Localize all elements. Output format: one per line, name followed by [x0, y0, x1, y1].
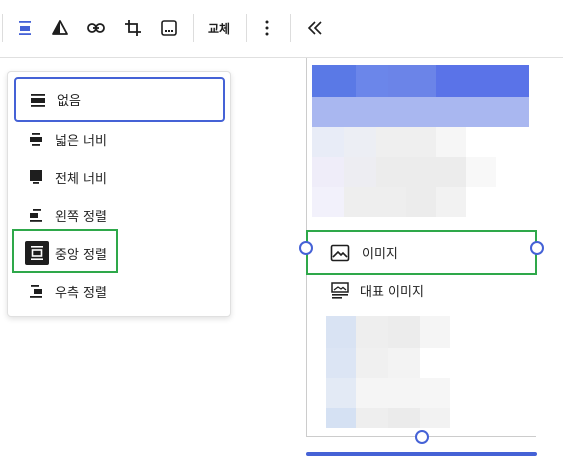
toolbar-separator: [246, 14, 247, 42]
toolbar-separator: [290, 14, 291, 42]
align-option-label: 왼쪽 정렬: [55, 209, 107, 225]
resize-handle-left[interactable]: [299, 241, 313, 255]
more-options-button[interactable]: [254, 12, 280, 44]
featured-image-label: 대표 이미지: [360, 284, 424, 300]
align-left-icon: [25, 204, 47, 226]
align-option-none[interactable]: 없음: [14, 77, 225, 122]
align-none-icon: [27, 89, 49, 111]
block-appender-bar: [306, 452, 537, 456]
crop-button[interactable]: [120, 12, 146, 44]
featured-image-item[interactable]: 대표 이미지: [330, 278, 424, 302]
collapse-toolbar-button[interactable]: [302, 12, 328, 44]
align-right-icon: [25, 280, 47, 302]
align-wide-icon: [25, 128, 47, 150]
align-option-wide[interactable]: 넓은 너비: [14, 120, 225, 158]
image-block-label: 이미지: [362, 247, 398, 262]
align-option-label: 없음: [57, 94, 81, 109]
vertical-ellipsis-icon: [265, 20, 269, 36]
crop-icon: [125, 20, 141, 36]
resize-handle-right[interactable]: [530, 241, 544, 255]
align-button[interactable]: [12, 12, 38, 44]
duotone-button[interactable]: [47, 12, 73, 44]
resize-handle-bottom[interactable]: [415, 430, 429, 444]
align-full-icon: [25, 166, 47, 188]
toolbar-separator: [193, 14, 194, 42]
align-option-label: 우측 정렬: [55, 285, 107, 301]
replace-button[interactable]: 교체: [200, 12, 238, 44]
double-chevron-left-icon: [307, 21, 322, 35]
featured-image-icon: [331, 282, 349, 299]
toolbar-separator: [2, 14, 3, 42]
image-block[interactable]: 이미지: [306, 230, 537, 275]
block-toolbar: 교체: [0, 0, 563, 58]
align-icon: [19, 21, 31, 35]
selected-option-highlight: [12, 229, 118, 273]
warning-triangle-icon: [52, 20, 68, 35]
align-option-full[interactable]: 전체 너비: [14, 158, 225, 196]
align-option-label: 전체 너비: [55, 171, 107, 187]
text-overlay-icon: [161, 20, 177, 36]
align-option-label: 넓은 너비: [55, 133, 107, 149]
align-option-right[interactable]: 우측 정렬: [14, 272, 225, 310]
link-button[interactable]: [83, 12, 109, 44]
image-icon: [330, 244, 350, 261]
text-overlay-button[interactable]: [156, 12, 182, 44]
alignment-menu: 없음 넓은 너비 전체 너비 왼쪽 정렬 중앙 정렬 우측 정렬: [7, 71, 231, 317]
link-icon: [87, 23, 105, 33]
